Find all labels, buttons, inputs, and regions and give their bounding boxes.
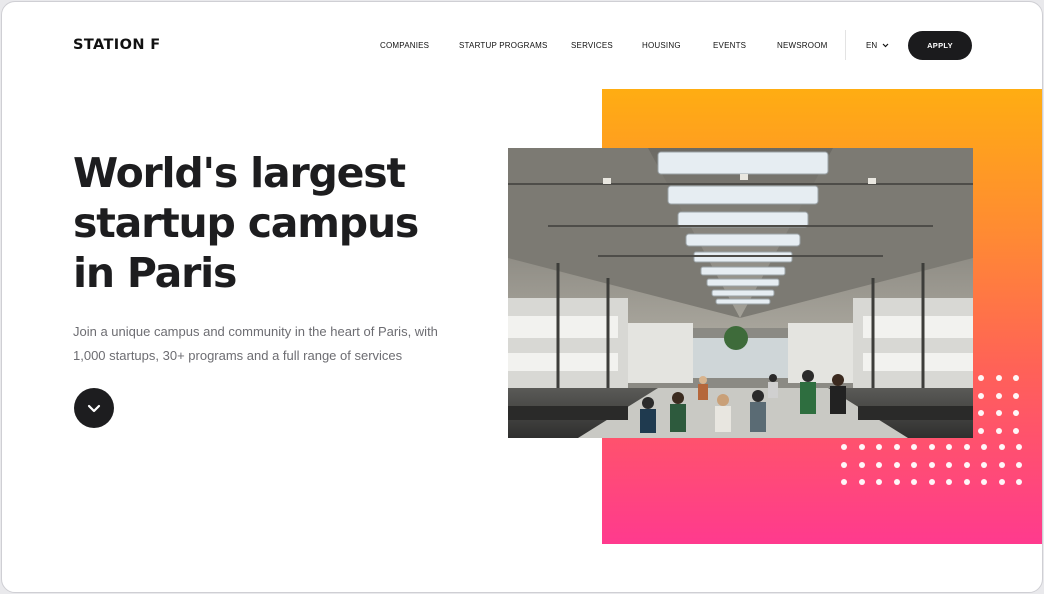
decor-dot [981, 461, 987, 468]
decor-dot [978, 392, 984, 399]
decor-dot [1013, 410, 1019, 416]
nav-companies[interactable]: COMPANIES [380, 41, 429, 50]
apply-button[interactable]: APPLY [908, 31, 972, 60]
decor-dot [963, 479, 970, 485]
decor-dot [876, 461, 882, 468]
hero-title: World's largest startup campus in Paris [73, 149, 419, 297]
decor-dot [876, 444, 882, 450]
decor-dot [981, 479, 987, 485]
decor-dot [911, 479, 917, 485]
nav-events[interactable]: EVENTS [713, 41, 746, 50]
decor-dot [911, 461, 917, 468]
language-selector[interactable]: EN [866, 41, 889, 50]
decor-dot [893, 444, 900, 450]
campus-hall-illustration [508, 148, 973, 438]
decor-dot [998, 444, 1005, 450]
decor-dot [995, 427, 1002, 434]
decor-dot [946, 479, 952, 485]
decor-dot [1016, 461, 1022, 468]
decor-dot [1016, 479, 1022, 485]
decor-dot [1013, 427, 1019, 434]
nav-newsroom[interactable]: NEWSROOM [777, 41, 828, 50]
chevron-down-icon [87, 404, 101, 412]
hero-subtitle: Join a unique campus and community in th… [73, 324, 438, 363]
decor-dot [1013, 375, 1019, 381]
decor-dot [963, 461, 970, 468]
decor-dot [858, 461, 865, 468]
nav-housing[interactable]: HOUSING [642, 41, 681, 50]
decor-dot [928, 444, 935, 450]
decor-dot [841, 444, 847, 450]
nav-startup-programs[interactable]: STARTUP PROGRAMS [459, 41, 548, 50]
decor-dot [893, 461, 900, 468]
decor-dot [858, 444, 865, 450]
decor-dot [963, 444, 970, 450]
decor-dot [978, 410, 984, 416]
decor-dot [841, 479, 847, 485]
decor-dot [928, 461, 935, 468]
decor-dot [876, 479, 882, 485]
decor-dot [1013, 392, 1019, 399]
nav-services[interactable]: SERVICES [571, 41, 613, 50]
decor-dot [928, 479, 935, 485]
decor-dot [858, 479, 865, 485]
decor-dot [995, 375, 1002, 381]
decor-dot [1016, 444, 1022, 450]
decor-dot [995, 392, 1002, 399]
language-label: EN [866, 41, 878, 50]
campus-hall-photo [508, 148, 973, 438]
decor-dot [981, 444, 987, 450]
decor-dot [995, 410, 1002, 416]
scroll-down-button[interactable] [74, 388, 114, 428]
decor-dot [998, 461, 1005, 468]
browser-frame: STATION F COMPANIES STARTUP PROGRAMS SER… [1, 1, 1043, 593]
decor-dot [946, 444, 952, 450]
decor-dot [893, 479, 900, 485]
decor-dot [946, 461, 952, 468]
nav-divider [845, 30, 846, 60]
decor-dot [978, 427, 984, 434]
decor-dot [911, 444, 917, 450]
chevron-down-icon [882, 43, 889, 48]
decor-dot [841, 461, 847, 468]
decor-dot [978, 375, 984, 381]
decor-dot [998, 479, 1005, 485]
